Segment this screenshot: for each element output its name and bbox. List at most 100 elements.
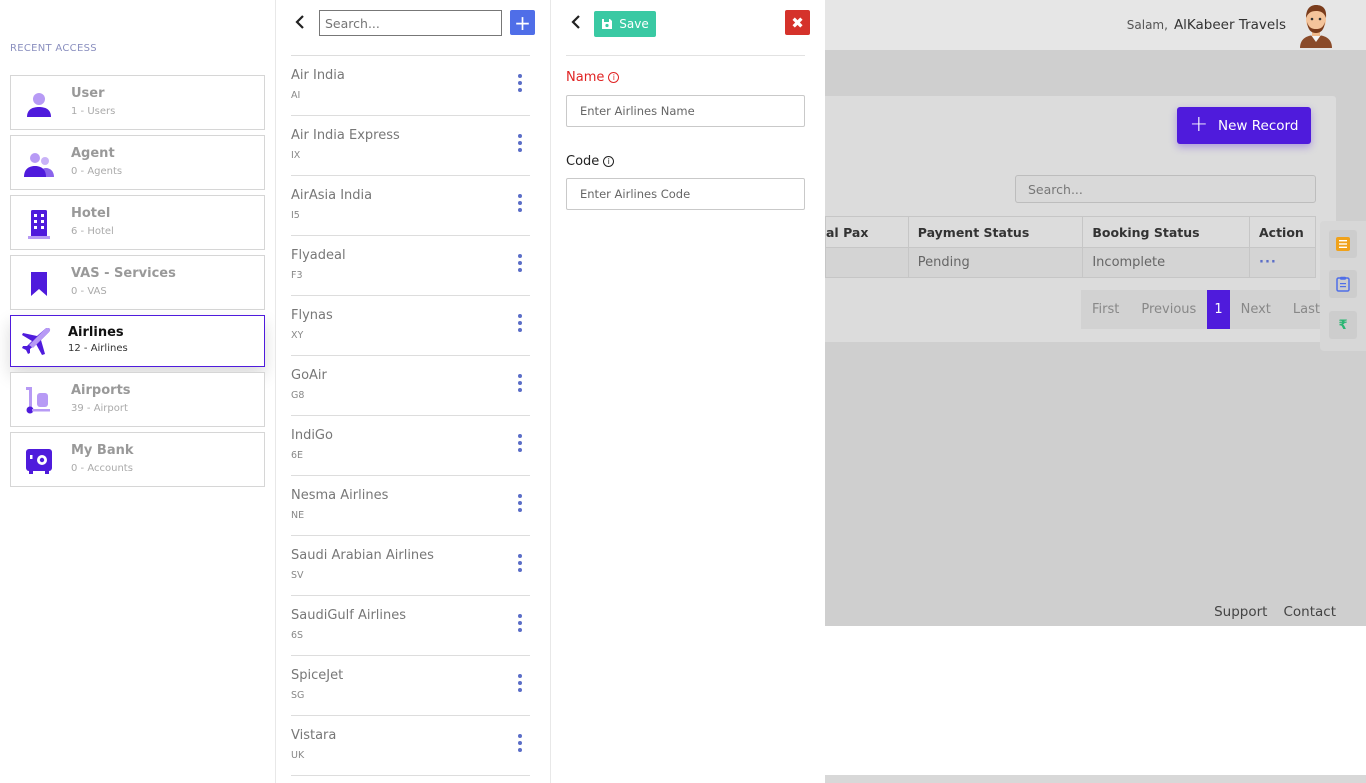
list-item[interactable]: Flyadeal F3 [291, 235, 530, 295]
pagination: First Previous 1 Next Last [1081, 290, 1331, 329]
recent-item-count: 0 - Accounts [71, 463, 133, 474]
more-vertical-icon[interactable] [518, 74, 522, 92]
records-table: al Pax Payment Status Booking Status Act… [825, 216, 1316, 278]
cell-payment-status: Pending [907, 247, 1084, 278]
more-vertical-icon[interactable] [518, 194, 522, 212]
add-airline-button[interactable]: + [510, 10, 535, 35]
list-item[interactable]: Flynas XY [291, 295, 530, 355]
more-vertical-icon[interactable] [518, 554, 522, 572]
recent-item-count: 1 - Users [71, 106, 116, 117]
airline-code: SV [291, 570, 304, 581]
page-first[interactable]: First [1081, 290, 1130, 329]
list-item[interactable]: SaudiGulf Airlines 6S [291, 595, 530, 655]
recent-item-name: My Bank [71, 443, 134, 458]
more-vertical-icon[interactable] [518, 494, 522, 512]
airline-name: IndiGo [291, 428, 333, 443]
chevron-left-icon[interactable] [571, 14, 581, 34]
airline-name-field[interactable] [566, 95, 805, 127]
floppy-disk-icon [602, 19, 613, 29]
airline-name: Flynas [291, 308, 333, 323]
recent-item-name: VAS - Services [71, 266, 176, 281]
info-icon: i [603, 156, 615, 167]
new-record-label: New Record [1218, 117, 1299, 134]
page-previous[interactable]: Previous [1130, 290, 1207, 329]
page-1[interactable]: 1 [1207, 290, 1230, 329]
more-vertical-icon[interactable] [518, 374, 522, 392]
list-item[interactable]: SpiceJet SG [291, 655, 530, 715]
cell-booking-status: Incomplete [1082, 247, 1250, 278]
airline-code: AI [291, 90, 301, 101]
user-greeting: Salam, AlKabeer Travels [1127, 17, 1286, 33]
cell-action: ··· [1249, 247, 1316, 278]
cell-pax [825, 247, 909, 278]
list-item[interactable]: AirAsia India I5 [291, 175, 530, 235]
new-record-button[interactable]: + New Record [1177, 107, 1311, 144]
close-icon: ✖ [791, 13, 804, 32]
company-name[interactable]: AlKabeer Travels [1174, 17, 1286, 33]
recent-item-name: Airlines [68, 325, 124, 340]
support-link[interactable]: Support [1214, 604, 1267, 620]
airline-name: AirAsia India [291, 188, 373, 203]
list-item[interactable]: Nesma Airlines NE [291, 475, 530, 535]
save-label: Save [619, 17, 649, 31]
more-vertical-icon[interactable] [518, 134, 522, 152]
more-vertical-icon[interactable] [518, 674, 522, 692]
recent-item-count: 0 - VAS [71, 286, 107, 297]
list-item[interactable]: GoAir G8 [291, 355, 530, 415]
save-button[interactable]: Save [594, 11, 656, 37]
column-booking-status: Booking Status [1082, 216, 1250, 248]
more-vertical-icon[interactable] [518, 314, 522, 332]
airline-name: Air India Express [291, 128, 400, 143]
code-field-label: Code i [566, 154, 615, 169]
recent-item-agent[interactable]: Agent 0 - Agents [10, 135, 265, 190]
recent-item-name: Agent [71, 146, 115, 161]
avatar[interactable] [1296, 2, 1336, 48]
contact-link[interactable]: Contact [1283, 604, 1336, 620]
agents-icon [24, 153, 54, 177]
airline-code: NE [291, 510, 305, 521]
table-row[interactable]: Pending Incomplete ··· [825, 247, 1316, 278]
recent-item-airlines[interactable]: Airlines 12 - Airlines [10, 315, 265, 367]
page-next[interactable]: Next [1230, 290, 1282, 329]
recent-item-count: 12 - Airlines [68, 343, 128, 354]
more-vertical-icon[interactable] [518, 614, 522, 632]
more-vertical-icon[interactable] [518, 434, 522, 452]
recent-item-airports[interactable]: Airports 39 - Airport [10, 372, 265, 427]
list-item[interactable]: Saudi Arabian Airlines SV [291, 535, 530, 595]
rupee-icon[interactable]: ₹ [1329, 311, 1357, 339]
close-button[interactable]: ✖ [785, 10, 810, 35]
info-icon: i [608, 72, 620, 83]
clipboard-icon[interactable] [1329, 270, 1357, 298]
more-vertical-icon[interactable] [518, 254, 522, 272]
recent-item-name: User [71, 86, 105, 101]
code-label-text: Code [566, 154, 600, 169]
airline-search-input[interactable] [319, 10, 502, 36]
list-icon[interactable] [1329, 230, 1357, 258]
list-item[interactable]: Air India AI [291, 55, 530, 115]
airline-name: Nesma Airlines [291, 488, 389, 503]
greeting-text: Salam, [1126, 18, 1168, 32]
airline-code-field[interactable] [566, 178, 805, 210]
list-item[interactable]: Air India Express IX [291, 115, 530, 175]
recent-item-vas-services[interactable]: VAS - Services 0 - VAS [10, 255, 265, 310]
recent-item-user[interactable]: User 1 - Users [10, 75, 265, 130]
airline-name: SaudiGulf Airlines [291, 608, 407, 623]
column-action: Action [1249, 216, 1316, 248]
airline-code: SG [291, 690, 305, 701]
more-horizontal-icon[interactable]: ··· [1259, 255, 1277, 270]
recent-item-count: 6 - Hotel [71, 226, 114, 237]
luggage-icon [26, 387, 50, 414]
list-item[interactable]: IndiGo 6E [291, 415, 530, 475]
name-label-text: Name [566, 70, 605, 85]
recent-item-my-bank[interactable]: My Bank 0 - Accounts [10, 432, 265, 487]
records-search-input[interactable]: Search... [1015, 175, 1316, 203]
airline-name: SpiceJet [291, 668, 344, 683]
chevron-left-icon[interactable] [295, 14, 305, 34]
name-field-label: Name i [566, 70, 620, 85]
recent-item-hotel[interactable]: Hotel 6 - Hotel [10, 195, 265, 250]
airline-name: Flyadeal [291, 248, 346, 263]
user-icon [27, 93, 51, 117]
list-item[interactable]: Vistara UK [291, 715, 530, 775]
more-vertical-icon[interactable] [518, 734, 522, 752]
airline-code: 6S [291, 630, 304, 641]
